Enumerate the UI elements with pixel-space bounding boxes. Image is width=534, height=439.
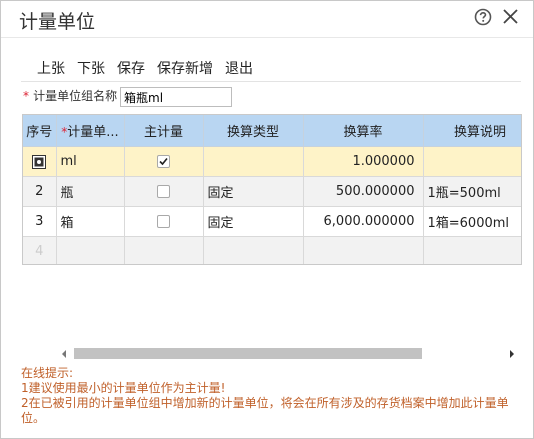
save-new-button[interactable]: 保存新增 [157,58,213,77]
table-row[interactable]: 3 箱 固定 6,000.000000 1箱=6000ml [23,206,521,237]
toolbar-divider [21,81,521,82]
header-unit[interactable]: *计量单... [56,115,125,147]
unit-cell[interactable] [56,236,125,264]
desc-cell[interactable]: 1瓶=500ml [423,176,521,207]
prev-button[interactable]: 上张 [37,58,65,77]
main-checkbox[interactable] [157,215,170,228]
rate-cell[interactable]: 500.000000 [303,176,424,207]
main-cell[interactable] [124,236,204,264]
desc-cell[interactable] [423,236,521,264]
close-icon[interactable] [502,8,519,25]
row-seq-cell[interactable] [23,146,57,177]
scroll-left-icon[interactable] [59,349,69,359]
next-button[interactable]: 下张 [77,58,105,77]
table-row[interactable]: 4 [23,236,521,264]
title-bar: 计量单位 [1,1,533,38]
desc-cell[interactable]: 1箱=6000ml [423,206,521,237]
dialog-title: 计量单位 [19,11,96,33]
help-icon[interactable] [474,8,492,26]
header-unit-label: 计量单... [67,125,119,140]
main-cell[interactable] [124,206,204,237]
save-button[interactable]: 保存 [117,58,145,77]
group-name-field: * 计量单位组名称 [23,87,232,109]
conv-type-cell[interactable]: 固定 [203,176,304,207]
tips-heading: 在线提示: [21,366,74,380]
main-checkbox-checked[interactable] [157,155,170,168]
conv-type-cell[interactable] [203,146,304,177]
rate-cell[interactable]: 1.000000 [303,146,424,177]
header-conv-type[interactable]: 换算类型 [203,115,304,147]
conv-type-cell[interactable] [203,236,304,264]
unit-cell[interactable]: 瓶 [56,176,125,207]
unit-cell[interactable]: 箱 [56,206,125,237]
scroll-right-icon[interactable] [507,349,517,359]
exit-button[interactable]: 退出 [225,58,253,77]
header-main[interactable]: 主计量 [124,115,204,147]
main-cell[interactable] [124,146,204,177]
row-seq-cell: 2 [23,176,57,207]
unit-dialog: 计量单位 上张 下张 保存 保存新增 退出 * 计量单位组名称 箱瓶ml 序号 … [0,0,534,439]
desc-cell[interactable] [423,146,521,177]
group-name-label: 计量单位组名称 [33,89,118,103]
row-seq-cell: 3 [23,206,57,237]
header-rate[interactable]: 换算率 [303,115,424,147]
header-seq[interactable]: 序号 [23,115,57,147]
row-seq-cell: 4 [23,236,57,264]
unit-table: 序号 *计量单... 主计量 换算类型 换算率 换算说明 ml 1.000000… [22,114,522,265]
toolbar: 上张 下张 保存 保存新增 退出 [37,58,253,77]
rate-cell[interactable] [303,236,424,264]
header-desc[interactable]: 换算说明 [423,115,521,147]
rate-cell[interactable]: 6,000.000000 [303,206,424,237]
unit-cell[interactable]: ml [56,146,125,177]
main-cell[interactable] [124,176,204,207]
group-name-input[interactable] [120,87,232,107]
required-mark: * [23,89,29,103]
conv-type-cell[interactable]: 固定 [203,206,304,237]
table-row[interactable]: ml 1.000000 [23,146,521,177]
horizontal-scrollbar[interactable] [59,346,519,361]
tip-1: 1建议使用最小的计量单位作为主计量! [21,381,226,395]
row-settings-icon[interactable] [32,154,47,169]
table-row[interactable]: 2 瓶 固定 500.000000 1瓶=500ml [23,176,521,207]
tip-2: 2在已被引用的计量单位组中增加新的计量单位，将会在所有涉及的存货档案中增加此计量… [21,396,509,425]
scrollbar-thumb[interactable] [74,348,422,359]
main-checkbox[interactable] [157,185,170,198]
online-tips: 在线提示: 1建议使用最小的计量单位作为主计量! 2在已被引用的计量单位组中增加… [21,366,521,426]
